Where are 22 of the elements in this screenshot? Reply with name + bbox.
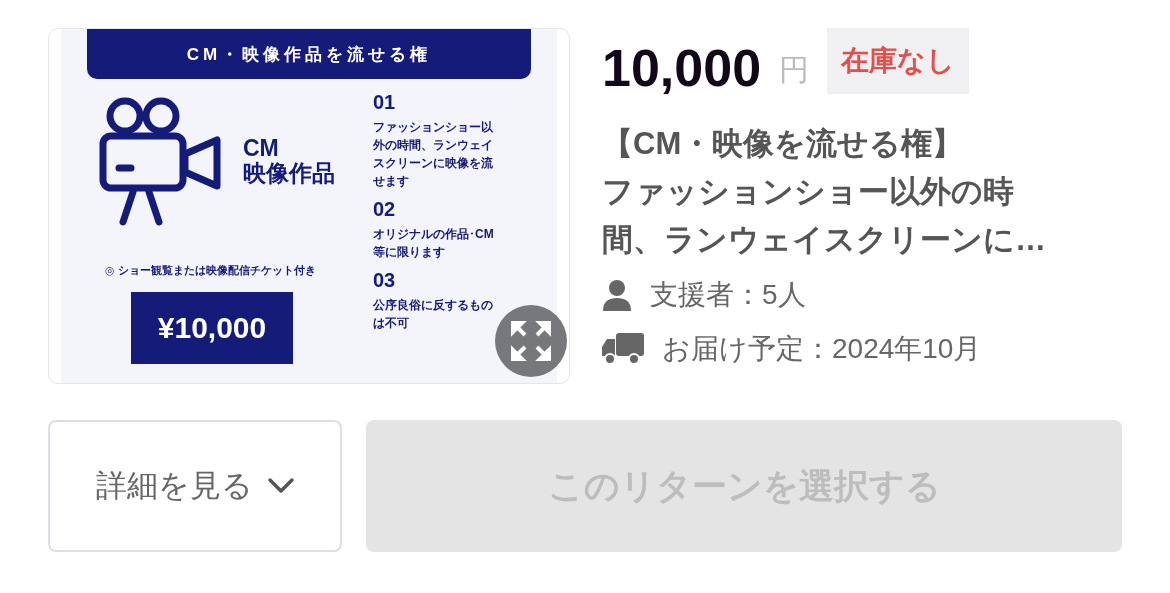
point-text: 公序良俗に反するものは不可 <box>373 297 494 332</box>
expand-icon <box>511 321 551 361</box>
details-button[interactable]: 詳細を見る <box>48 420 342 552</box>
chevron-icon <box>266 477 295 495</box>
point-number: 02 <box>373 198 397 221</box>
truck-icon <box>602 333 644 365</box>
reward-title: 【CM・映像を流せる権】 ファッションショー以外の時 間、ランウェイスクリーンに… <box>602 125 1046 259</box>
price-amount: 10,000 <box>602 38 762 98</box>
image-price-tag: ¥10,000 <box>131 292 293 364</box>
point-number: 01 <box>373 91 397 114</box>
point-text: ファッションショー以外の時間、ランウェイスクリーンに映像を流せます <box>373 119 494 190</box>
image-header: CM・映像作品を流せる権 <box>87 29 531 79</box>
point-number: 03 <box>373 269 397 292</box>
person-icon <box>602 279 632 311</box>
stock-badge: 在庫なし <box>827 28 970 94</box>
image-note: ◎ ショー観覧または映像配信チケット付き <box>105 263 317 278</box>
point-text: オリジナルの作品･CM等に限ります <box>373 226 495 261</box>
movie-camera-icon <box>99 96 223 226</box>
meta-text: お届け予定：2024年10月 <box>662 332 982 366</box>
image-heading: CM 映像作品 <box>243 135 335 187</box>
price-unit: 円 <box>779 52 810 88</box>
meta-text: 支援者：5人 <box>650 278 806 312</box>
